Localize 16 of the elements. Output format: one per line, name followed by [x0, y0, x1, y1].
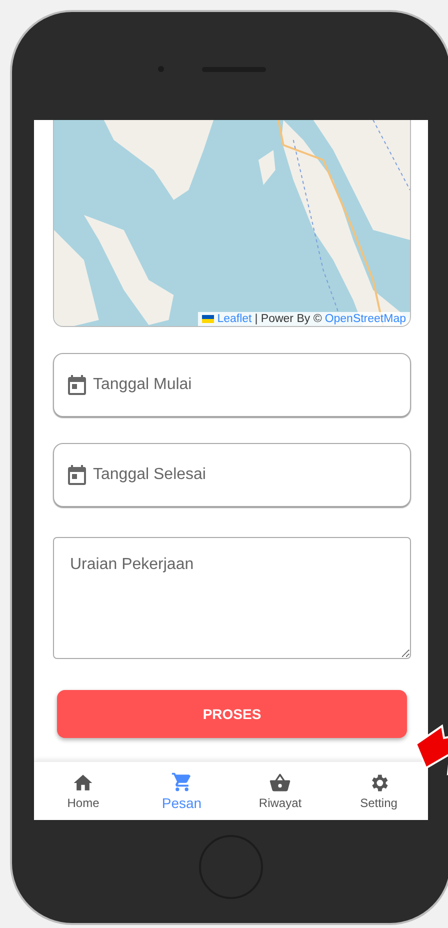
cart-icon: [170, 771, 193, 793]
nav-tab[interactable]: Setting: [330, 762, 428, 820]
openstreetmap-link[interactable]: OpenStreetMap: [324, 313, 406, 325]
leaflet-link[interactable]: Leaflet: [217, 313, 252, 325]
flag-icon: [202, 315, 214, 323]
nav-tab[interactable]: Riwayat: [231, 762, 330, 820]
basket-icon: [269, 772, 292, 794]
attribution-text: | Power By ©: [254, 313, 322, 325]
description-field[interactable]: Uraian Pekerjaan: [53, 537, 411, 659]
nav-tab[interactable]: Pesan: [132, 762, 231, 820]
calendar-icon: [65, 373, 89, 397]
submit-button[interactable]: PROSES: [57, 690, 407, 738]
calendar-icon: [65, 463, 89, 487]
date-field[interactable]: Tanggal Mulai: [53, 353, 411, 417]
date-field[interactable]: Tanggal Selesai: [53, 443, 411, 507]
nav-tab[interactable]: Home: [34, 762, 132, 820]
